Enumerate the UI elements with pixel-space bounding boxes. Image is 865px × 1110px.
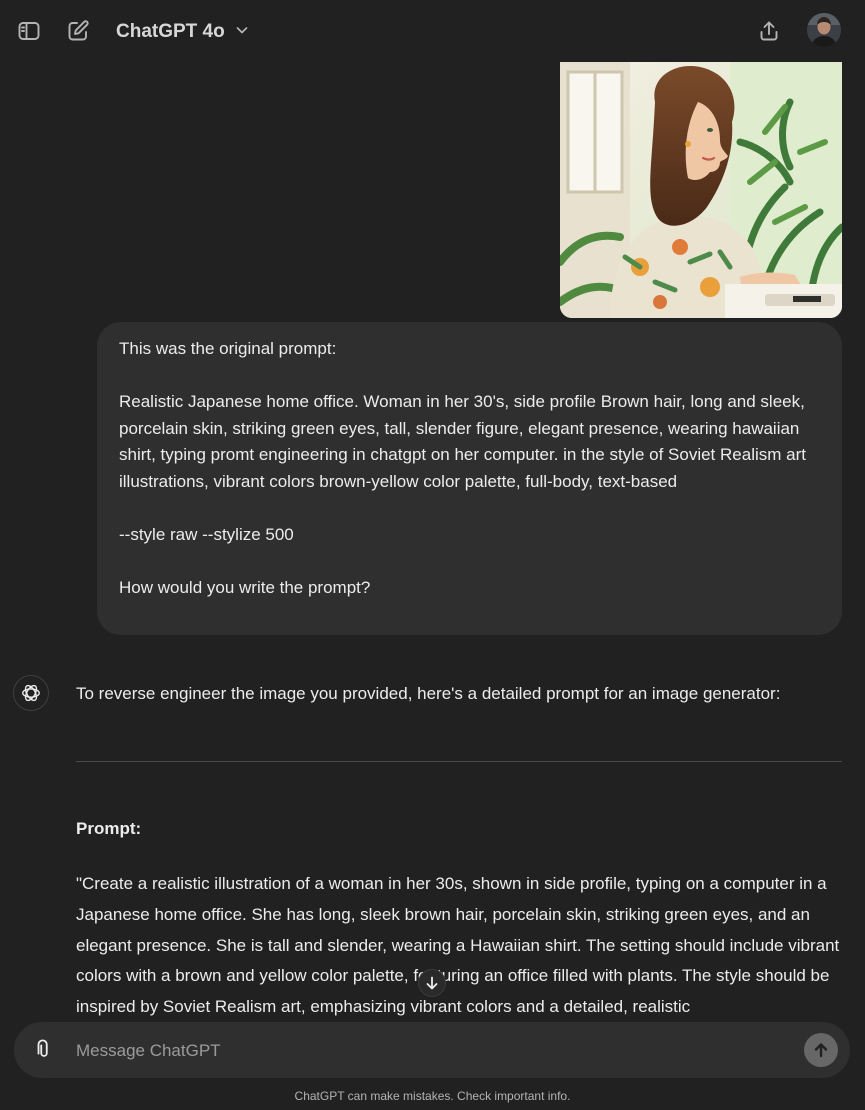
disclaimer: ChatGPT can make mistakes. Check importa… xyxy=(294,1089,571,1103)
paperclip-icon[interactable] xyxy=(26,1032,62,1068)
avatar[interactable] xyxy=(807,13,841,47)
composer xyxy=(14,1022,850,1078)
user-message-line: Realistic Japanese home office. Woman in… xyxy=(119,392,806,491)
scroll-down-button[interactable] xyxy=(418,969,446,997)
bottom-area: ChatGPT can make mistakes. Check importa… xyxy=(0,1018,865,1110)
model-selector[interactable]: ChatGPT 4o xyxy=(116,18,249,46)
message-input[interactable] xyxy=(74,1030,778,1072)
model-name: ChatGPT 4o xyxy=(116,21,225,42)
share-icon[interactable] xyxy=(751,13,787,49)
user-message-line: How would you write the prompt? xyxy=(119,577,371,597)
chevron-down-icon xyxy=(235,23,249,42)
user-message-line: This was the original prompt: xyxy=(119,339,337,358)
divider xyxy=(76,761,842,762)
new-chat-icon[interactable] xyxy=(60,13,96,49)
prompt-body: "Create a realistic illustration of a wo… xyxy=(76,874,840,1017)
assistant-intro: To reverse engineer the image you provid… xyxy=(76,684,781,703)
top-bar: ChatGPT 4o xyxy=(0,0,865,62)
send-button[interactable] xyxy=(804,1033,838,1067)
arrow-up-icon xyxy=(814,1043,828,1058)
openai-logo-icon xyxy=(13,675,49,711)
sidebar-toggle-icon[interactable] xyxy=(11,13,47,49)
prompt-heading: Prompt: xyxy=(76,819,142,838)
user-message-bubble: This was the original prompt: Realistic … xyxy=(97,322,842,635)
attached-image[interactable] xyxy=(560,62,842,318)
arrow-down-icon xyxy=(426,976,438,990)
user-message-line: --style raw --stylize 500 xyxy=(119,524,294,544)
